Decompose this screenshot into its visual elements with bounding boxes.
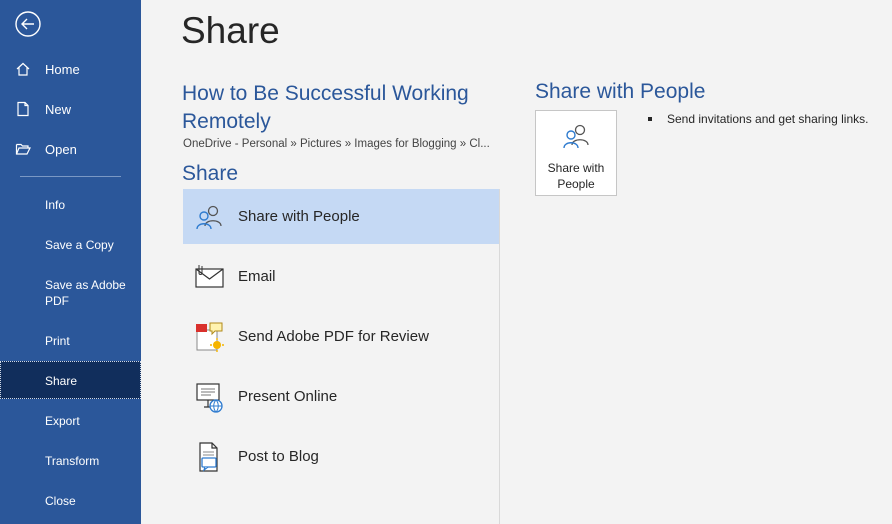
option-send-adobe-pdf-for-review[interactable]: Send Adobe PDF for Review [183,309,499,364]
email-icon [187,261,231,293]
sidebar-item-print[interactable]: Print [0,333,141,349]
sidebar-item-label: Info [45,198,66,212]
sidebar-item-home[interactable]: Home [0,49,141,89]
sidebar-item-label: Close [45,494,76,508]
detail-heading: Share with People [535,80,706,103]
option-label: Post to Blog [238,448,319,465]
present-online-icon [187,381,231,413]
share-tile-label: Share with People [547,161,605,191]
back-arrow-icon [15,11,41,37]
sidebar-item-info[interactable]: Info [0,197,141,213]
option-share-with-people[interactable]: Share with People [183,189,499,244]
option-label: Present Online [238,388,338,405]
sidebar-item-new[interactable]: New [0,89,141,129]
option-email[interactable]: Email [183,249,499,304]
sidebar-item-label: Open [45,141,77,157]
option-label: Send Adobe PDF for Review [238,328,429,345]
sidebar-item-share[interactable]: Share [0,361,141,399]
share-options-list: Share with People Email Send Adobe PDF f… [183,189,500,524]
sidebar-divider [20,176,121,177]
document-path: OneDrive - Personal » Pictures » Images … [183,138,490,150]
share-people-icon [561,121,591,156]
sidebar-item-open[interactable]: Open [0,129,141,169]
detail-description: Send invitations and get sharing links. [648,112,868,126]
detail-description-text: Send invitations and get sharing links. [667,112,869,126]
share-with-people-button[interactable]: Share with People [535,110,617,196]
sidebar-item-save-as-adobe-pdf[interactable]: Save as Adobe PDF [0,277,130,309]
sidebar-item-label: Home [45,61,80,77]
sidebar-item-export[interactable]: Export [0,413,141,429]
sidebar-item-transform[interactable]: Transform [0,453,141,469]
home-icon [0,61,45,77]
sidebar-item-label: Share [45,374,78,388]
back-button[interactable] [14,10,42,38]
blog-icon [187,441,231,473]
new-document-icon [0,101,45,117]
bullet-marker [648,117,652,121]
document-title: How to Be Successful Working Remotely [182,82,469,133]
option-label: Share with People [238,208,360,225]
sidebar-item-label: Save as Adobe PDF [45,278,126,308]
page-title: Share [181,10,280,51]
adobe-review-icon [187,321,231,353]
backstage-sidebar: Home New Open Info Save a Copy Save as A… [0,0,141,524]
option-label: Email [238,268,276,285]
sidebar-item-label: Transform [45,454,100,468]
option-present-online[interactable]: Present Online [183,369,499,424]
share-section-heading: Share [182,162,239,185]
sidebar-item-label: Print [45,334,70,348]
option-post-to-blog[interactable]: Post to Blog [183,429,499,484]
sidebar-item-label: New [45,101,72,117]
sidebar-item-label: Export [45,414,80,428]
open-folder-icon [0,141,45,157]
sidebar-item-label: Save a Copy [45,238,114,252]
sidebar-item-save-a-copy[interactable]: Save a Copy [0,237,141,253]
share-people-icon [187,201,231,233]
sidebar-item-close[interactable]: Close [0,493,141,509]
